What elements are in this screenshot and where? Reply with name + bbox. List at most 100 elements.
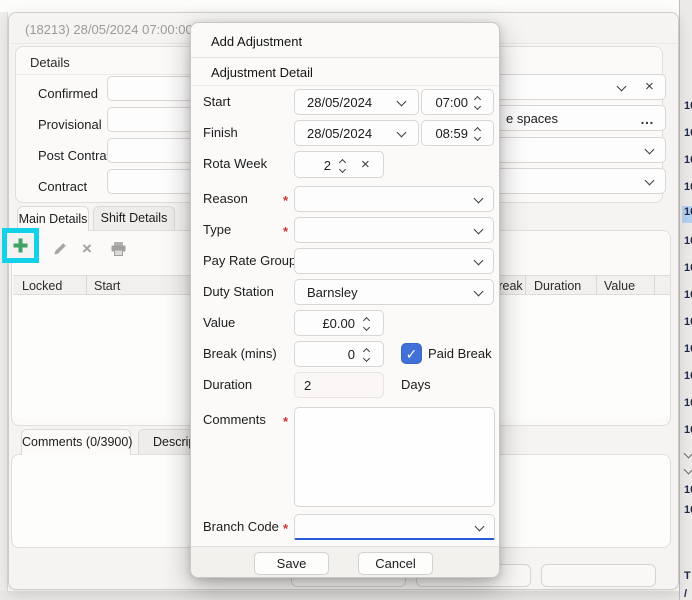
ellipsis-button[interactable]: … [640,112,655,126]
list-item[interactable]: 10 [684,504,692,516]
text-fragment: / [684,588,688,600]
list-item[interactable]: 10 [684,370,692,382]
side-window-strip: 10 10 10 10 10 10 10 10 10 10 10 10 10 1… [679,0,692,600]
left-backdrop-strip [0,12,8,600]
chevron-down-icon[interactable] [473,255,484,266]
list-item[interactable]: 10 [684,424,692,436]
column-header-value[interactable]: Value [604,278,635,294]
dialog-title: Add Adjustment [211,34,303,49]
list-item[interactable]: 10 [684,397,692,409]
type-dropdown[interactable] [294,217,494,243]
list-item[interactable]: 10 [684,154,692,166]
list-item[interactable]: 10 [684,127,692,139]
top-backdrop-strip [0,0,679,12]
column-divider [654,276,655,296]
add-button-highlight-box [2,228,39,263]
add-button[interactable] [7,233,34,258]
required-marker: * [283,224,289,239]
list-item[interactable]: 10 [684,262,692,274]
pay-rate-group-dropdown[interactable] [294,248,494,274]
chevron-down-icon[interactable] [396,127,407,138]
list-item-selected[interactable]: 10 [682,206,692,223]
chevron-down-icon[interactable] [473,193,484,204]
chevron-down-icon[interactable] [644,144,655,155]
rota-week-value: 2 [323,158,331,173]
tab-comments[interactable]: Comments (0/3900) [21,429,132,455]
start-time-value: 07:00 [435,95,468,110]
duration-field: 2 [294,372,384,398]
start-date-value: 28/05/2024 [307,95,373,110]
chevron-down-icon[interactable] [396,96,407,107]
chevron-down-icon [683,448,692,459]
bottom-backdrop-strip [0,591,679,600]
chevron-down-icon[interactable] [473,286,484,297]
edit-icon[interactable] [52,241,68,257]
spinner-down-icon[interactable] [473,102,482,111]
value-label: Value [203,315,236,330]
value-spinner[interactable]: £0.00 [294,310,384,336]
finish-date-field[interactable]: 28/05/2024 [294,120,419,146]
start-time-field[interactable]: 07:00 [421,89,494,115]
clear-icon[interactable]: × [645,79,654,94]
column-divider [525,276,526,296]
list-item[interactable]: 10 [684,343,692,355]
required-marker: * [283,414,289,429]
duration-value: 2 [304,378,312,393]
confirmed-label: Confirmed [38,86,98,101]
list-item[interactable]: 10 [684,181,692,193]
chevron-down-icon[interactable] [644,175,655,186]
column-header-duration[interactable]: Duration [534,278,581,294]
list-item[interactable]: 10 [684,316,692,328]
finish-date-value: 28/05/2024 [307,126,373,141]
break-mins-value: 0 [347,347,355,362]
chevron-down-icon[interactable] [473,224,484,235]
save-button[interactable]: Save [254,552,329,575]
provisional-label: Provisional [38,117,102,132]
footer-button-3[interactable] [541,564,656,587]
screen: { "window": { "title": "(18213) 28/05/20… [0,0,692,600]
delete-icon[interactable]: × [82,240,92,257]
spinner-down-icon[interactable] [473,133,482,142]
finish-time-field[interactable]: 08:59 [421,120,494,146]
reason-dropdown[interactable] [294,186,494,212]
clear-icon[interactable]: × [361,157,370,172]
cancel-button[interactable]: Cancel [358,552,433,575]
spinner-down-icon[interactable] [362,323,371,332]
spinner-down-icon[interactable] [338,165,347,174]
column-header-locked[interactable]: Locked [22,278,62,294]
dialog-title-divider [191,57,499,58]
column-divider [86,276,87,296]
spinner-down-icon[interactable] [362,354,371,363]
branch-code-label: Branch Code [203,519,279,534]
break-mins-label: Break (mins) [203,346,277,361]
branch-code-dropdown[interactable] [294,514,495,540]
required-marker: * [283,193,289,208]
tab-shift-details[interactable]: Shift Details [93,206,175,230]
comments-textarea[interactable] [294,407,495,507]
chevron-down-icon[interactable] [616,81,627,92]
print-icon[interactable] [110,241,127,257]
chevron-down-icon[interactable] [474,521,485,532]
contract-label: Contract [38,179,88,194]
duration-label: Duration [203,377,253,392]
details-group-title: Details [30,55,70,70]
value-amount: £0.00 [322,316,355,331]
duration-units-label: Days [401,377,431,392]
start-date-field[interactable]: 28/05/2024 [294,89,419,115]
duty-station-dropdown[interactable]: Barnsley [294,279,494,305]
break-mins-spinner[interactable]: 0 [294,341,384,367]
chevron-down-icon [683,464,692,475]
duty-station-value: Barnsley [307,285,358,300]
dialog-footer: Save Cancel [191,546,499,577]
column-header-start[interactable]: Start [94,278,120,294]
spaces-field-text: e spaces [506,111,559,126]
list-item[interactable]: 10 [684,100,692,112]
list-item[interactable]: 10 [684,235,692,247]
reason-label: Reason [203,191,248,206]
list-item[interactable]: 10 [684,289,692,301]
rota-week-label: Rota Week [203,156,268,171]
paid-break-checkbox[interactable]: ✓ [401,343,422,364]
rota-week-field[interactable]: 2 × [294,151,384,178]
list-item[interactable]: 10 [684,484,692,496]
text-fragment: T [684,570,691,582]
